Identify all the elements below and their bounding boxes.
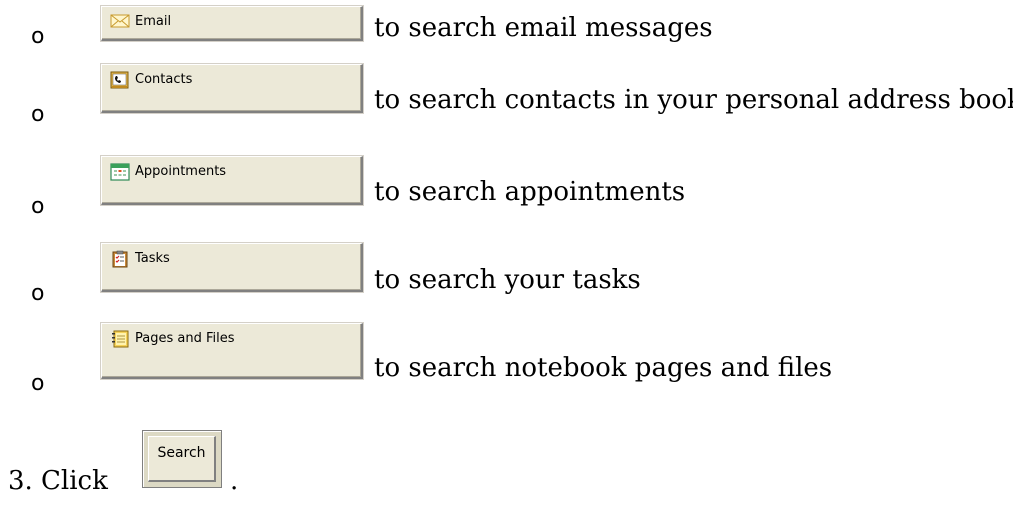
tasks-description: to search your tasks	[374, 265, 641, 295]
pages-and-files-description: to search notebook pages and files	[374, 353, 833, 383]
bullet-marker: o	[31, 102, 45, 127]
bullet-marker: o	[31, 24, 45, 49]
pages-and-files-filter-button[interactable]: Pages and Files	[101, 323, 363, 379]
contacts-filter-button[interactable]: Contacts	[101, 64, 363, 113]
address-card-icon	[110, 71, 130, 89]
step-instruction: Click	[41, 466, 108, 496]
step-number: 3.	[8, 466, 33, 496]
clipboard-checklist-icon	[110, 250, 130, 268]
appointments-filter-button[interactable]: Appointments	[101, 156, 363, 205]
bullet-marker: o	[31, 281, 45, 306]
contacts-button-label: Contacts	[135, 72, 193, 87]
tasks-filter-button[interactable]: Tasks	[101, 243, 363, 292]
bullet-marker: o	[31, 194, 45, 219]
email-filter-button[interactable]: Email	[101, 6, 363, 41]
calendar-icon	[110, 163, 130, 181]
pages-and-files-button-label: Pages and Files	[135, 331, 235, 346]
email-button-label: Email	[135, 14, 172, 29]
email-description: to search email messages	[374, 13, 713, 43]
appointments-button-label: Appointments	[135, 164, 227, 179]
step-trailing-period: .	[230, 466, 239, 496]
search-button-label: Search	[148, 436, 216, 482]
search-button[interactable]: Search	[142, 430, 222, 488]
envelope-icon	[110, 13, 130, 31]
bullet-marker: o	[31, 371, 45, 396]
appointments-description: to search appointments	[374, 177, 686, 207]
tasks-button-label: Tasks	[135, 251, 170, 266]
contacts-description: to search contacts in your personal addr…	[374, 85, 1013, 115]
notebook-icon	[110, 330, 130, 348]
